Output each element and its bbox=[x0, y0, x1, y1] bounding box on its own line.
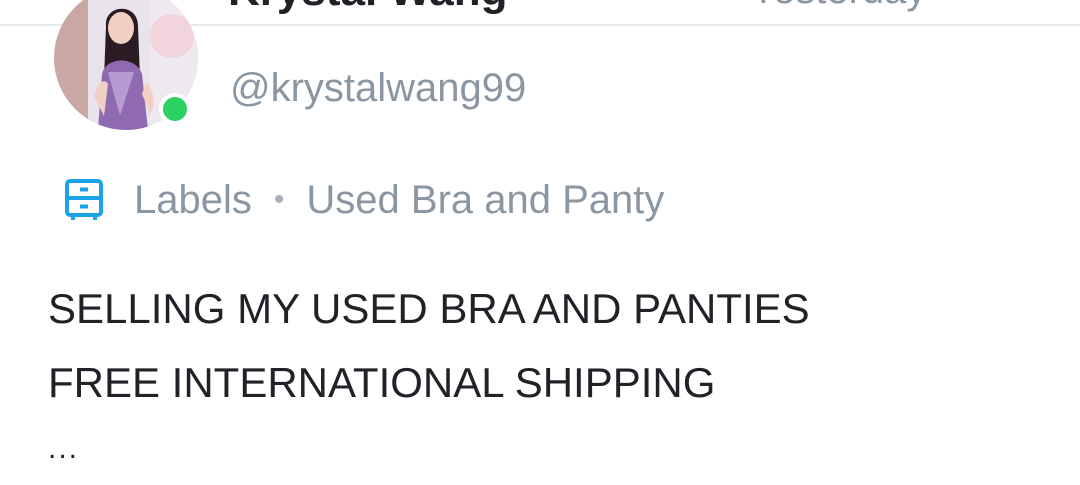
online-status-dot bbox=[159, 93, 191, 125]
labels-title: Labels bbox=[134, 177, 252, 222]
labels-separator: • bbox=[273, 183, 285, 216]
drawer-icon bbox=[65, 179, 103, 220]
post-timestamp: Yesterday bbox=[750, 0, 926, 13]
post-more-ellipsis[interactable]: ... bbox=[48, 432, 79, 466]
user-handle[interactable]: @krystalwang99 bbox=[230, 66, 526, 111]
labels-row[interactable]: Labels • Used Bra and Panty bbox=[64, 176, 664, 224]
post-line: FREE INTERNATIONAL SHIPPING bbox=[48, 359, 716, 406]
post-body: SELLING MY USED BRA AND PANTIES FREE INT… bbox=[48, 272, 1048, 420]
post-line: SELLING MY USED BRA AND PANTIES bbox=[48, 285, 810, 332]
display-name[interactable]: Krystal Wang bbox=[228, 0, 508, 16]
post-card: Krystal Wang Yesterday @krystalwang99 La… bbox=[0, 0, 1080, 485]
label-used-bra-and-panty[interactable]: Used Bra and Panty bbox=[306, 178, 664, 223]
